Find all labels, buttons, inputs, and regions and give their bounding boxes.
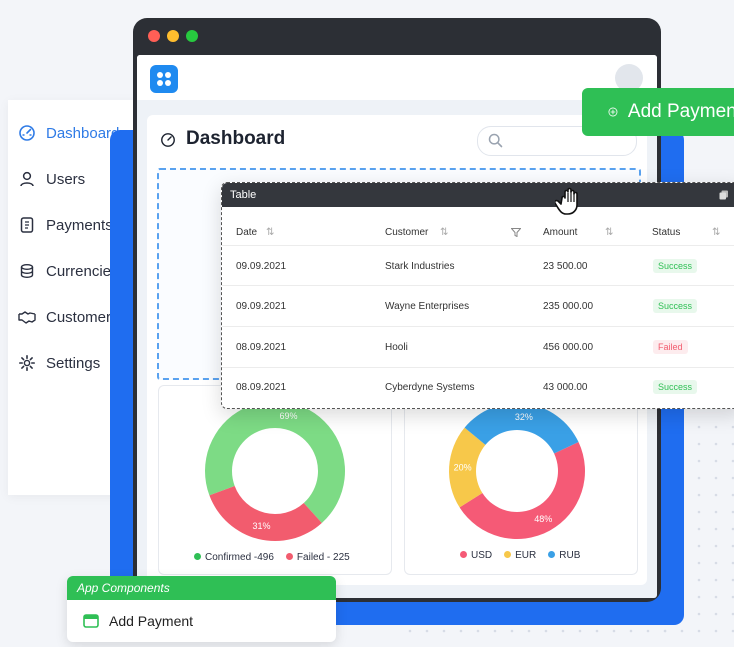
table-header-bar[interactable]: Table: [222, 183, 734, 207]
cell-amount: 43 000.00: [543, 382, 588, 393]
filter-icon[interactable]: [511, 228, 521, 237]
cell-customer: Wayne Enterprises: [385, 301, 470, 312]
cell-amount: 23 500.00: [543, 261, 588, 272]
gear-icon: [19, 355, 35, 371]
column-header-customer[interactable]: Customer: [385, 227, 428, 238]
app-logo[interactable]: [150, 65, 178, 93]
sidebar-item-label: Customers: [46, 308, 119, 326]
cell-date: 08.09.2021: [236, 342, 287, 353]
legend-confirmed-label: Confirmed -496: [205, 552, 274, 563]
sidebar-item-dashboard[interactable]: Dashboard: [18, 124, 119, 142]
status-chart-card: 69% 31% Confirmed -496 Failed - 225: [158, 385, 392, 575]
legend-usd: USD: [460, 550, 492, 561]
sidebar-item-label: Payments: [46, 216, 113, 234]
row-divider: [222, 285, 734, 286]
card-icon: [83, 614, 99, 628]
legend-failed-label: Failed - 225: [296, 552, 350, 563]
currency-legend: USD EUR RUB: [460, 550, 580, 561]
slice-label: 32%: [515, 412, 533, 422]
app-topbar: [137, 55, 657, 100]
component-add-payment-label: Add Payment: [109, 613, 194, 629]
legend-usd-label: USD: [471, 550, 493, 561]
status-legend: Confirmed -496 Failed - 225: [194, 552, 350, 563]
grab-hand-cursor-icon: [555, 187, 578, 215]
gauge-icon: [19, 125, 35, 141]
sort-icon[interactable]: ⇅: [440, 227, 448, 238]
component-add-payment[interactable]: Add Payment: [83, 613, 193, 629]
plus-circle-icon: [608, 107, 618, 117]
cell-customer: Stark Industries: [385, 261, 455, 272]
slice-label: 20%: [454, 463, 472, 473]
handshake-icon: [18, 311, 36, 324]
column-header-status[interactable]: Status: [652, 227, 680, 238]
sidebar-item-payments[interactable]: Payments: [18, 216, 113, 234]
add-payment-button[interactable]: Add Payment: [582, 88, 734, 136]
cell-amount: 235 000.00: [543, 301, 594, 312]
table-title: Table: [230, 189, 257, 201]
table-widget[interactable]: Table Date ⇅ Customer ⇅ Amount ⇅ Status …: [221, 182, 734, 409]
legend-rub-label: RUB: [559, 550, 581, 561]
user-icon: [20, 171, 34, 187]
cell-customer: Hooli: [385, 342, 408, 353]
donut-slice[interactable]: [209, 485, 322, 541]
sort-icon[interactable]: ⇅: [712, 227, 720, 238]
row-divider: [222, 367, 734, 368]
sort-icon[interactable]: ⇅: [266, 227, 274, 238]
page-title: Dashboard: [186, 128, 286, 149]
legend-eur-label: EUR: [515, 550, 537, 561]
slice-label: 69%: [279, 411, 297, 421]
cell-date: 09.09.2021: [236, 301, 287, 312]
legend-failed: Failed - 225: [285, 552, 350, 563]
slice-label: 31%: [253, 521, 271, 531]
copy-icon[interactable]: [719, 190, 729, 200]
status-badge: Success: [653, 299, 698, 313]
legend-eur: EUR: [504, 550, 536, 561]
search-icon: [488, 133, 503, 148]
status-badge: Success: [653, 259, 698, 273]
sort-icon[interactable]: ⇅: [605, 227, 613, 238]
coins-icon: [20, 264, 34, 279]
maximize-window-dot[interactable]: [186, 30, 198, 42]
status-badge: Failed: [653, 340, 688, 354]
close-window-dot[interactable]: [148, 30, 160, 42]
sidebar-item-label: Users: [46, 170, 86, 188]
app-components-panel: App Components Add Payment: [67, 576, 336, 642]
app-components-title: App Components: [67, 576, 336, 600]
sidebar-item-users[interactable]: Users: [18, 170, 85, 188]
column-header-amount[interactable]: Amount: [543, 227, 577, 238]
column-header-date[interactable]: Date: [236, 227, 257, 238]
currency-donut-chart: 48% 20% 32%: [449, 403, 585, 539]
status-donut-chart: 69% 31%: [205, 401, 346, 541]
slice-label: 48%: [534, 514, 552, 524]
cell-amount: 456 000.00: [543, 342, 594, 353]
sidebar-item-settings[interactable]: Settings: [18, 354, 100, 372]
cell-date: 08.09.2021: [236, 382, 287, 393]
cell-customer: Cyberdyne Systems: [385, 382, 475, 393]
sidebar-item-label: Settings: [46, 354, 101, 372]
cell-date: 09.09.2021: [236, 261, 287, 272]
currency-chart-card: 48% 20% 32% USD EUR RUB: [404, 385, 638, 575]
grid-logo-icon: [157, 72, 171, 86]
status-badge: Success: [653, 380, 698, 394]
document-icon: [20, 217, 34, 233]
sidebar-item-label: Currencies: [46, 262, 119, 280]
row-divider: [222, 245, 734, 246]
minimize-window-dot[interactable]: [167, 30, 179, 42]
add-payment-label: Add Payment: [627, 101, 734, 122]
sidebar-item-currencies[interactable]: Currencies: [18, 262, 119, 280]
row-divider: [222, 326, 734, 327]
legend-rub: RUB: [548, 550, 580, 561]
gauge-icon: [161, 133, 175, 147]
sidebar-item-customers[interactable]: Customers: [18, 308, 119, 326]
sidebar-item-label: Dashboard: [46, 124, 120, 142]
legend-confirmed: Confirmed -496: [194, 552, 274, 563]
